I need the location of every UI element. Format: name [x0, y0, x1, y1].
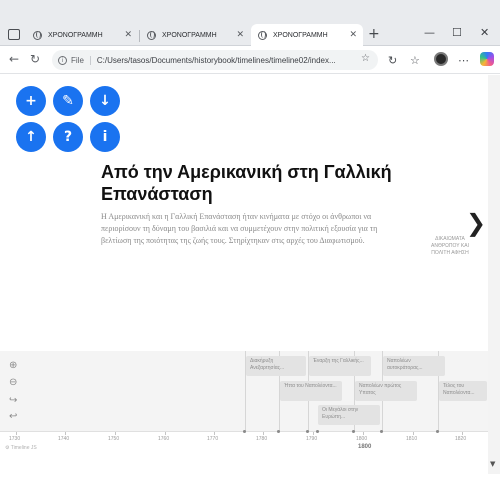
back-button[interactable]: ←: [9, 52, 19, 66]
scheme-label: File: [71, 55, 91, 65]
minimize-button[interactable]: —: [424, 26, 435, 39]
event-marker[interactable]: [436, 430, 439, 433]
tick-mark: [115, 432, 116, 435]
event-marker[interactable]: [380, 430, 383, 433]
tab-label: ΧΡΟΝΟΓΡΑΜΜΗ: [162, 31, 217, 39]
next-slide-label[interactable]: ΔΙΚΑΙΩΜΑΤΑ ΑΝΘΡΩΠΟΥ ΚΑΙ ΠΟΛΙΤΗ ΑΦΗΣΗ: [424, 236, 476, 257]
close-icon[interactable]: ✕: [124, 29, 132, 40]
tab-label: ΧΡΟΝΟΓΡΑΜΜΗ: [48, 31, 103, 39]
info-icon[interactable]: i: [58, 55, 67, 65]
plus-icon: +: [25, 93, 37, 109]
event-marker[interactable]: [316, 430, 319, 433]
timeline-event[interactable]: Τέλος του Ναπολέοντα...: [439, 381, 487, 401]
close-icon[interactable]: ✕: [236, 29, 244, 40]
copilot-icon[interactable]: [480, 52, 494, 66]
profile-avatar[interactable]: [434, 52, 448, 66]
tick-mark: [363, 432, 364, 435]
tick-label: 1760: [158, 436, 170, 442]
timeline-event[interactable]: Ναπολέων αυτοκράτορας...: [383, 356, 445, 376]
slide-description: Η Αμερικανική και η Γαλλική Επανάσταση ή…: [101, 212, 378, 245]
event-marker[interactable]: [243, 430, 246, 433]
event-marker[interactable]: [277, 430, 280, 433]
timeline-event[interactable]: Οι Μεγάλοι στην Ευρώπη...: [318, 405, 380, 425]
new-tab-button[interactable]: +: [368, 26, 380, 42]
tab-2[interactable]: ΧΡΟΝΟΓΡΑΜΜΗ ✕: [140, 24, 250, 46]
slide-title: Από την Αμερικανική στη Γαλλική Επανάστα…: [101, 162, 392, 204]
download-icon: ↓: [99, 93, 111, 109]
tick-label: 1770: [207, 436, 219, 442]
window-menu-icon[interactable]: [8, 29, 20, 40]
upload-button[interactable]: ↑: [16, 122, 46, 152]
tab-label: ΧΡΟΝΟΓΡΑΜΜΗ: [273, 31, 328, 39]
timeline-event[interactable]: Έναρξη της Γαλλικής...: [309, 356, 371, 376]
globe-icon: [147, 30, 156, 40]
timeline-credit[interactable]: ⚙ Timeline JS: [5, 445, 37, 451]
globe-icon: [258, 30, 267, 40]
tick-label: 1740: [58, 436, 70, 442]
event-marker[interactable]: [352, 430, 355, 433]
help-button[interactable]: ?: [53, 122, 83, 152]
maximize-button[interactable]: ☐: [452, 26, 462, 39]
address-bar[interactable]: i File C:/Users/tasos/Documents/historyb…: [52, 50, 378, 70]
refresh-icon[interactable]: ↻: [388, 54, 397, 67]
browser-toolbar: ← ↻ i File C:/Users/tasos/Documents/hist…: [0, 46, 500, 74]
edit-button[interactable]: ✎: [53, 86, 83, 116]
info-button[interactable]: i: [90, 122, 120, 152]
timeline-event[interactable]: Ήττα του Ναπολέοντα...: [280, 381, 342, 401]
forward-icon[interactable]: ↪: [9, 395, 17, 406]
event-marker[interactable]: [306, 430, 309, 433]
tab-1[interactable]: ΧΡΟΝΟΓΡΑΜΜΗ ✕: [26, 24, 138, 46]
favorites-icon[interactable]: ☆: [410, 54, 420, 67]
add-button[interactable]: +: [16, 86, 46, 116]
tick-mark: [413, 432, 414, 435]
tick-mark: [16, 432, 17, 435]
tick-label: 1800: [356, 436, 368, 442]
zoom-out-icon[interactable]: ⊖: [9, 377, 17, 388]
close-icon[interactable]: ✕: [349, 29, 357, 40]
upload-icon: ↑: [25, 129, 37, 145]
zoom-in-icon[interactable]: ⊕: [9, 360, 17, 371]
tick-label: 1810: [406, 436, 418, 442]
pencil-icon: ✎: [62, 93, 74, 109]
timeline-event[interactable]: Διακήρυξη Ανεξαρτησίας...: [246, 356, 306, 376]
download-button[interactable]: ↓: [90, 86, 120, 116]
tab-strip: ΧΡΟΝΟΓΡΑΜΜΗ ✕ ΧΡΟΝΟΓΡΑΜΜΗ ✕ ΧΡΟΝΟΓΡΑΜΜΗ …: [0, 0, 500, 46]
tick-label: 1750: [108, 436, 120, 442]
menu-icon[interactable]: ⋯: [458, 54, 469, 67]
globe-icon: [33, 30, 42, 40]
url-text[interactable]: C:/Users/tasos/Documents/historybook/tim…: [97, 56, 367, 65]
tick-mark: [313, 432, 314, 435]
back-icon[interactable]: ↩: [9, 411, 17, 422]
tick-label: 1780: [256, 436, 268, 442]
tick-mark: [165, 432, 166, 435]
major-tick-label: 1800: [358, 444, 372, 450]
close-window-button[interactable]: ✕: [480, 26, 489, 39]
tick-label: 1820: [455, 436, 467, 442]
next-slide-button[interactable]: ❯: [466, 209, 486, 237]
info-icon: i: [102, 129, 108, 145]
scrollbar[interactable]: [488, 75, 500, 475]
tick-label: 1790: [306, 436, 318, 442]
question-icon: ?: [63, 129, 73, 145]
tick-label: 1730: [9, 436, 21, 442]
star-icon[interactable]: ☆: [361, 53, 370, 64]
timeline-event[interactable]: Ναπολέων πρώτος Υπατος: [355, 381, 417, 401]
page-bottom: [0, 474, 500, 500]
reload-button[interactable]: ↻: [30, 52, 40, 66]
scroll-down-icon[interactable]: ▼: [490, 460, 495, 468]
tab-3-active[interactable]: ΧΡΟΝΟΓΡΑΜΜΗ ✕: [251, 24, 363, 46]
tick-mark: [462, 432, 463, 435]
tick-mark: [214, 432, 215, 435]
timeline-axis[interactable]: [0, 431, 488, 457]
tick-mark: [263, 432, 264, 435]
tick-mark: [65, 432, 66, 435]
